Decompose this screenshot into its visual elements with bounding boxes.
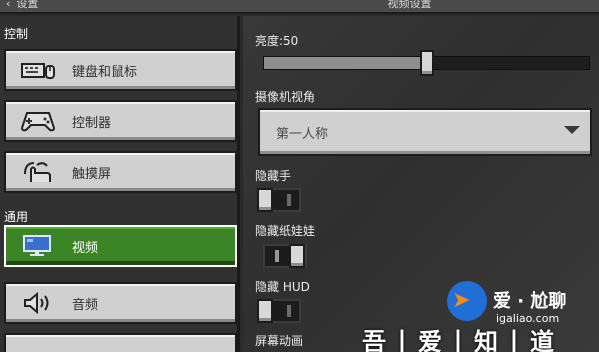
section-label-control: 控制 bbox=[4, 27, 29, 41]
hide-hand-label: 隐藏手 bbox=[255, 169, 292, 183]
sidebar-item-next[interactable] bbox=[4, 333, 237, 352]
sidebar-item-label: 控制器 bbox=[72, 115, 112, 131]
bird-icon: ➤ bbox=[452, 288, 471, 313]
gamepad-icon bbox=[18, 107, 58, 135]
toggle-knob bbox=[257, 299, 273, 323]
toggle-off-mark bbox=[287, 194, 291, 206]
sidebar-item-label: 视频 bbox=[72, 240, 99, 256]
hide-paperdoll-label: 隐藏纸娃娃 bbox=[255, 224, 316, 238]
sidebar-item-controller[interactable]: 控制器 bbox=[4, 100, 237, 142]
hide-paperdoll-toggle[interactable] bbox=[263, 244, 307, 268]
camera-perspective-label: 摄像机视角 bbox=[255, 90, 316, 104]
top-bar: ‹ 设置 视频设置 bbox=[0, 0, 599, 14]
hide-hud-toggle[interactable] bbox=[257, 299, 301, 323]
hide-hud-label: 隐藏 HUD bbox=[255, 280, 310, 294]
brightness-slider-thumb[interactable] bbox=[419, 50, 434, 76]
brightness-label: 亮度:50 bbox=[255, 34, 299, 48]
keyboard-mouse-icon bbox=[18, 56, 58, 84]
dropdown-value: 第一人称 bbox=[276, 126, 329, 142]
brightness-slider-fill bbox=[264, 57, 428, 69]
sidebar-item-touchscreen[interactable]: 触摸屏 bbox=[4, 151, 237, 193]
sidebar-item-label: 触摸屏 bbox=[72, 166, 112, 182]
sidebar-item-label: 键盘和鼠标 bbox=[72, 64, 138, 80]
toggle-on-mark bbox=[275, 250, 279, 262]
toggle-knob bbox=[257, 188, 273, 212]
toggle-off-mark bbox=[287, 305, 291, 317]
watermark-banner: 吾丨爱丨知丨道 bbox=[362, 328, 558, 352]
partial-icon bbox=[18, 334, 58, 352]
toggle-knob bbox=[289, 244, 305, 268]
hide-hand-toggle[interactable] bbox=[257, 188, 301, 212]
monitor-icon bbox=[18, 232, 58, 260]
sidebar-item-label: 音频 bbox=[72, 297, 99, 313]
watermark-text: 爱 · 尬聊 bbox=[493, 291, 567, 312]
sidebar-item-video[interactable]: 视频 bbox=[4, 225, 237, 267]
screen-animation-label: 屏幕动画 bbox=[255, 334, 304, 348]
sidebar-item-audio[interactable]: 音频 bbox=[4, 282, 237, 324]
speaker-icon bbox=[18, 289, 58, 317]
page-title: 视频设置 bbox=[387, 0, 432, 10]
sidebar-item-keyboard-mouse[interactable]: 键盘和鼠标 bbox=[4, 49, 237, 91]
section-label-general: 通用 bbox=[4, 210, 29, 224]
sidebar: 控制 键盘和鼠标 控制器 触摸屏 通用 视频 音频 bbox=[0, 16, 240, 352]
chevron-down-icon bbox=[564, 126, 580, 134]
camera-perspective-dropdown[interactable]: 第一人称 bbox=[258, 108, 592, 156]
touch-hand-icon bbox=[18, 158, 58, 186]
